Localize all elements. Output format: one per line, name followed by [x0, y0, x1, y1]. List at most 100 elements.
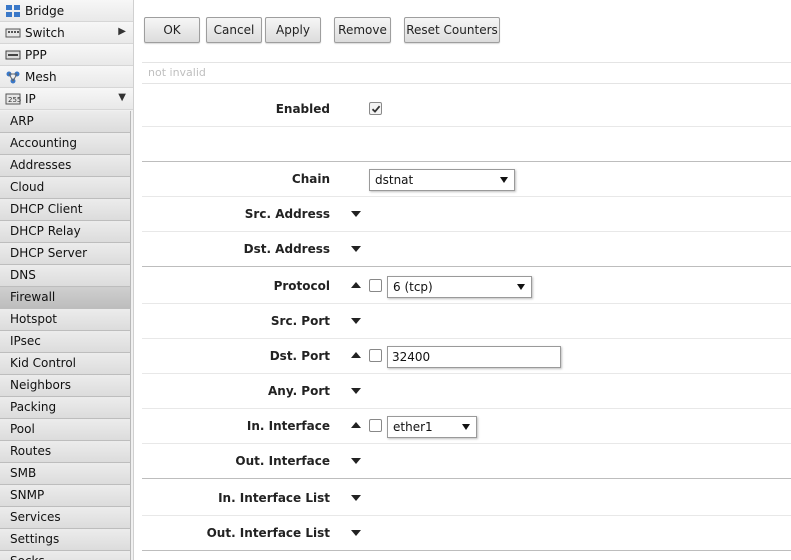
dropdown-caret-icon: [517, 284, 525, 290]
ppp-icon: [4, 48, 22, 62]
protocol-negate-checkbox[interactable]: [369, 279, 382, 292]
sidebar-item-settings[interactable]: Settings: [0, 529, 131, 551]
sidebar-item-switch[interactable]: Switch ▶: [0, 22, 133, 44]
collapse-up-icon[interactable]: [351, 422, 361, 428]
out-interface-label: Out. Interface: [235, 454, 330, 468]
enabled-checkbox[interactable]: [369, 102, 382, 115]
apply-button[interactable]: Apply: [265, 17, 321, 43]
cancel-button[interactable]: Cancel: [206, 17, 262, 43]
sidebar-item-addresses[interactable]: Addresses: [0, 155, 131, 177]
sidebar-item-hotspot[interactable]: Hotspot: [0, 309, 131, 331]
in-interface-select[interactable]: ether1: [387, 416, 477, 438]
in-interface-negate-checkbox[interactable]: [369, 419, 382, 432]
sidebar-item-dns[interactable]: DNS: [0, 265, 131, 287]
main-panel: OK Cancel Apply Remove Reset Counters no…: [134, 0, 791, 560]
expand-down-icon[interactable]: [351, 458, 361, 464]
protocol-label: Protocol: [273, 279, 330, 293]
expand-down-icon[interactable]: [351, 495, 361, 501]
enabled-label: Enabled: [275, 102, 330, 116]
protocol-value: 6 (tcp): [393, 280, 433, 294]
in-interface-list-row: In. Interface List: [142, 481, 791, 516]
ip-submenu: ARP Accounting Addresses Cloud DHCP Client DH…: [0, 111, 131, 560]
dst-port-negate-checkbox[interactable]: [369, 349, 382, 362]
chevron-down-icon: ▼: [118, 92, 126, 103]
status-bar: not invalid: [142, 62, 791, 84]
collapse-up-icon[interactable]: [351, 282, 361, 288]
sidebar-item-label: Bridge: [25, 3, 65, 18]
sidebar-item-routes[interactable]: Routes: [0, 441, 131, 463]
in-interface-value: ether1: [393, 420, 433, 434]
sidebar-item-smb[interactable]: SMB: [0, 463, 131, 485]
sidebar-item-dhcp-client[interactable]: DHCP Client: [0, 199, 131, 221]
expand-down-icon[interactable]: [351, 318, 361, 324]
sidebar-item-mesh[interactable]: Mesh: [0, 66, 133, 88]
sidebar-item-packing[interactable]: Packing: [0, 397, 131, 419]
sidebar-item-label: Mesh: [25, 69, 57, 84]
sidebar-item-ip[interactable]: 255 IP ▼: [0, 88, 133, 110]
sidebar: Bridge Switch ▶ PPP Mesh 255 IP ▼ ARP Ac…: [0, 0, 134, 560]
dst-address-label: Dst. Address: [243, 242, 330, 256]
switch-icon: [4, 26, 22, 40]
sidebar-item-neighbors[interactable]: Neighbors: [0, 375, 131, 397]
chain-value: dstnat: [375, 173, 414, 187]
src-port-row: Src. Port: [142, 304, 791, 339]
sidebar-item-snmp[interactable]: SNMP: [0, 485, 131, 507]
protocol-row: Protocol 6 (tcp): [142, 269, 791, 304]
expand-down-icon[interactable]: [351, 211, 361, 217]
sidebar-item-bridge[interactable]: Bridge: [0, 0, 133, 22]
dropdown-caret-icon: [500, 177, 508, 183]
svg-text:255: 255: [8, 96, 21, 104]
sidebar-item-kid-control[interactable]: Kid Control: [0, 353, 131, 375]
dst-port-input[interactable]: 32400: [387, 346, 561, 368]
sidebar-item-firewall[interactable]: Firewall: [0, 287, 131, 309]
enabled-row: Enabled: [142, 92, 791, 127]
src-address-label: Src. Address: [244, 207, 330, 221]
src-port-label: Src. Port: [270, 314, 330, 328]
src-address-row: Src. Address: [142, 197, 791, 232]
sidebar-item-label: PPP: [25, 47, 47, 62]
in-interface-label: In. Interface: [246, 419, 330, 433]
dst-port-label: Dst. Port: [269, 349, 330, 363]
in-interface-list-label: In. Interface List: [218, 491, 330, 505]
protocol-select[interactable]: 6 (tcp): [387, 276, 532, 298]
collapse-up-icon[interactable]: [351, 352, 361, 358]
spacer-row: [142, 127, 791, 162]
ip-icon: 255: [4, 92, 22, 106]
ok-button[interactable]: OK: [144, 17, 200, 43]
toolbar: OK Cancel Apply Remove Reset Counters: [134, 0, 791, 56]
sidebar-item-dhcp-server[interactable]: DHCP Server: [0, 243, 131, 265]
expand-down-icon[interactable]: [351, 530, 361, 536]
app-window: Bridge Switch ▶ PPP Mesh 255 IP ▼ ARP Ac…: [0, 0, 791, 560]
sidebar-item-pool[interactable]: Pool: [0, 419, 131, 441]
remove-button[interactable]: Remove: [334, 17, 391, 43]
mesh-icon: [4, 70, 22, 84]
chain-label: Chain: [291, 172, 330, 186]
dst-port-row: Dst. Port 32400: [142, 339, 791, 374]
sidebar-item-label: IP: [25, 91, 36, 106]
sidebar-item-label: Switch: [25, 25, 65, 40]
out-interface-list-row: Out. Interface List: [142, 516, 791, 551]
sidebar-item-ppp[interactable]: PPP: [0, 44, 133, 66]
out-interface-row: Out. Interface: [142, 444, 791, 479]
in-interface-row: In. Interface ether1: [142, 409, 791, 444]
any-port-label: Any. Port: [268, 384, 330, 398]
sidebar-item-arp[interactable]: ARP: [0, 111, 131, 133]
sidebar-item-services[interactable]: Services: [0, 507, 131, 529]
any-port-row: Any. Port: [142, 374, 791, 409]
sidebar-item-socks[interactable]: Socks: [0, 551, 131, 560]
chain-select[interactable]: dstnat: [369, 169, 515, 191]
chain-row: Chain dstnat: [142, 162, 791, 197]
dst-address-row: Dst. Address: [142, 232, 791, 267]
sidebar-item-ipsec[interactable]: IPsec: [0, 331, 131, 353]
sidebar-item-cloud[interactable]: Cloud: [0, 177, 131, 199]
sidebar-item-dhcp-relay[interactable]: DHCP Relay: [0, 221, 131, 243]
checkmark-icon: [371, 105, 380, 113]
expand-down-icon[interactable]: [351, 388, 361, 394]
out-interface-list-label: Out. Interface List: [206, 526, 330, 540]
dropdown-caret-icon: [462, 424, 470, 430]
chevron-right-icon: ▶: [118, 26, 126, 37]
expand-down-icon[interactable]: [351, 246, 361, 252]
reset-counters-button[interactable]: Reset Counters: [404, 17, 500, 43]
bridge-icon: [4, 4, 22, 18]
sidebar-item-accounting[interactable]: Accounting: [0, 133, 131, 155]
